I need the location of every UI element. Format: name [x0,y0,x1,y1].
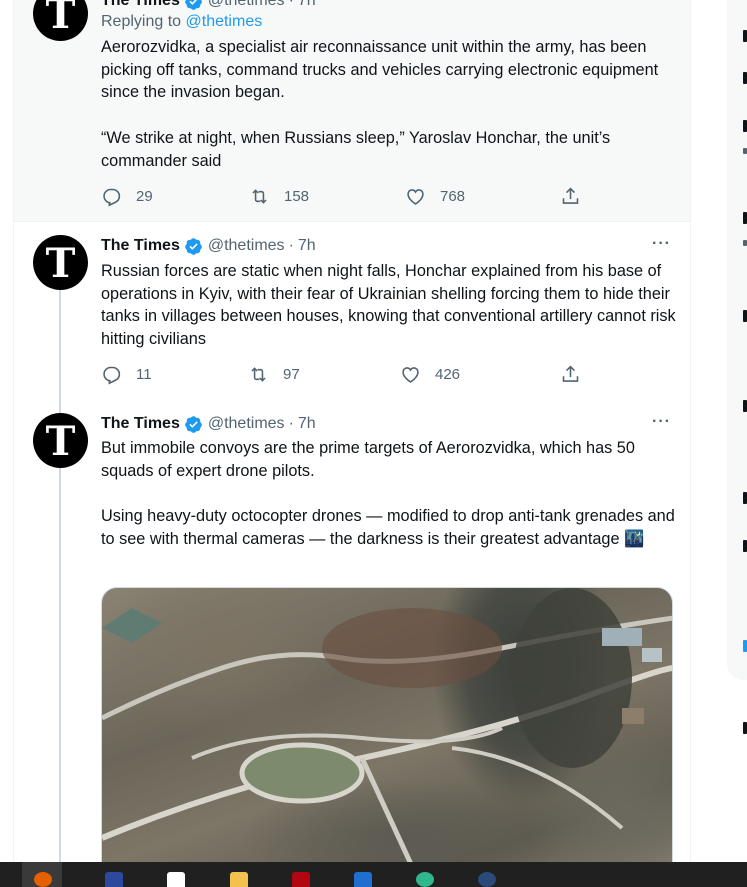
avatar[interactable]: T [33,235,88,290]
like-count: 426 [435,366,461,383]
verified-badge-icon [185,415,202,433]
tweet-text: Aerorozvidka, a specialist air reconnais… [101,38,659,170]
author-handle[interactable]: @thetimes [208,415,285,433]
tweet-header: The Times @thetimes · 7h ··· [101,413,671,435]
author-handle[interactable]: @thetimes [208,0,285,10]
reply-button[interactable]: 11 [101,364,152,385]
satellite-image-detail [102,588,672,862]
heart-icon [407,189,424,205]
like-count: 768 [440,188,466,205]
reply-button[interactable]: 29 [101,186,153,207]
like-button[interactable]: 426 [400,364,460,385]
author-name[interactable]: The Times [101,415,180,433]
share-icon [562,187,579,204]
like-button[interactable]: 768 [405,186,465,207]
tweet-actions: 29 158 768 [101,186,581,210]
app-icon[interactable] [93,862,133,887]
sidebar-text-fragment [743,30,747,42]
author-handle[interactable]: @thetimes [208,237,285,255]
sidebar-text-fragment [743,722,747,734]
more-options-icon[interactable]: ··· [652,413,671,431]
thread-line [59,288,61,402]
retweet-icon [251,367,266,382]
tweet[interactable]: T The Times @thetimes · 7h ··· But immob… [14,401,690,862]
reply-count: 29 [136,188,153,205]
separator: · [288,0,294,9]
right-sidebar [727,0,747,680]
more-options-icon[interactable]: ··· [652,235,671,253]
separator: · [288,415,294,432]
sidebar-text-fragment [743,492,747,504]
retweet-count: 97 [283,366,300,383]
tweet[interactable]: T The Times @thetimes · 7h ··· Russian f… [14,221,690,402]
verified-badge-icon [185,237,202,255]
netflix-icon[interactable] [280,862,320,887]
replying-to-label: Replying to [101,13,182,30]
author-name[interactable]: The Times [101,237,180,255]
retweet-button[interactable]: 158 [249,186,309,207]
thread-line [59,401,61,413]
file-explorer-icon[interactable] [218,862,258,887]
replying-to-handle[interactable]: @thetimes [186,13,263,30]
avatar[interactable]: T [33,0,88,41]
sidebar-text-fragment [743,120,747,132]
sidebar-text-fragment [743,400,747,412]
verified-badge-icon [185,0,202,10]
tweet-header: The Times @thetimes · 7h [101,0,671,12]
retweet-icon [252,189,267,204]
timestamp[interactable]: 7h [298,415,316,433]
taskbar [0,862,747,887]
sidebar-text-fragment [743,72,747,84]
tweet[interactable]: T The Times @thetimes · 7h Replying to @… [14,0,690,221]
reply-icon [103,366,121,385]
tweet-text: But immobile convoys are the prime targe… [101,439,675,548]
sidebar-text-fragment [743,148,747,154]
retweet-button[interactable]: 97 [248,364,300,385]
sidebar-text-fragment [743,240,747,246]
avatar[interactable]: T [33,413,88,468]
edge-icon[interactable] [404,862,444,887]
mail-icon[interactable] [342,862,382,887]
heart-icon [402,367,419,383]
tweet-header: The Times @thetimes · 7h ··· [101,235,671,257]
share-button[interactable] [560,186,595,207]
tweet-image[interactable] [101,587,673,862]
separator: · [288,237,294,254]
timestamp[interactable]: 7h [298,0,316,10]
firefox-icon[interactable] [22,862,62,887]
sidebar-text-fragment [743,310,747,322]
store-icon[interactable] [155,862,195,887]
page: T The Times @thetimes · 7h Replying to @… [0,0,747,887]
share-icon [562,365,579,382]
timestamp[interactable]: 7h [298,237,316,255]
timeline: T The Times @thetimes · 7h Replying to @… [13,0,691,862]
tweet-actions: 11 97 426 [101,364,581,388]
steam-icon[interactable] [466,862,506,887]
sidebar-text-fragment [743,212,747,224]
author-name[interactable]: The Times [101,0,180,10]
reply-icon [103,188,121,207]
reply-count: 11 [136,366,152,383]
sidebar-link-fragment[interactable] [743,640,747,652]
share-button[interactable] [560,364,595,385]
retweet-count: 158 [284,188,310,205]
thread-line [59,467,61,862]
tweet-text: Russian forces are static when night fal… [101,262,681,349]
replying-to: Replying to @thetimes [101,13,262,31]
sidebar-text-fragment [743,540,747,552]
